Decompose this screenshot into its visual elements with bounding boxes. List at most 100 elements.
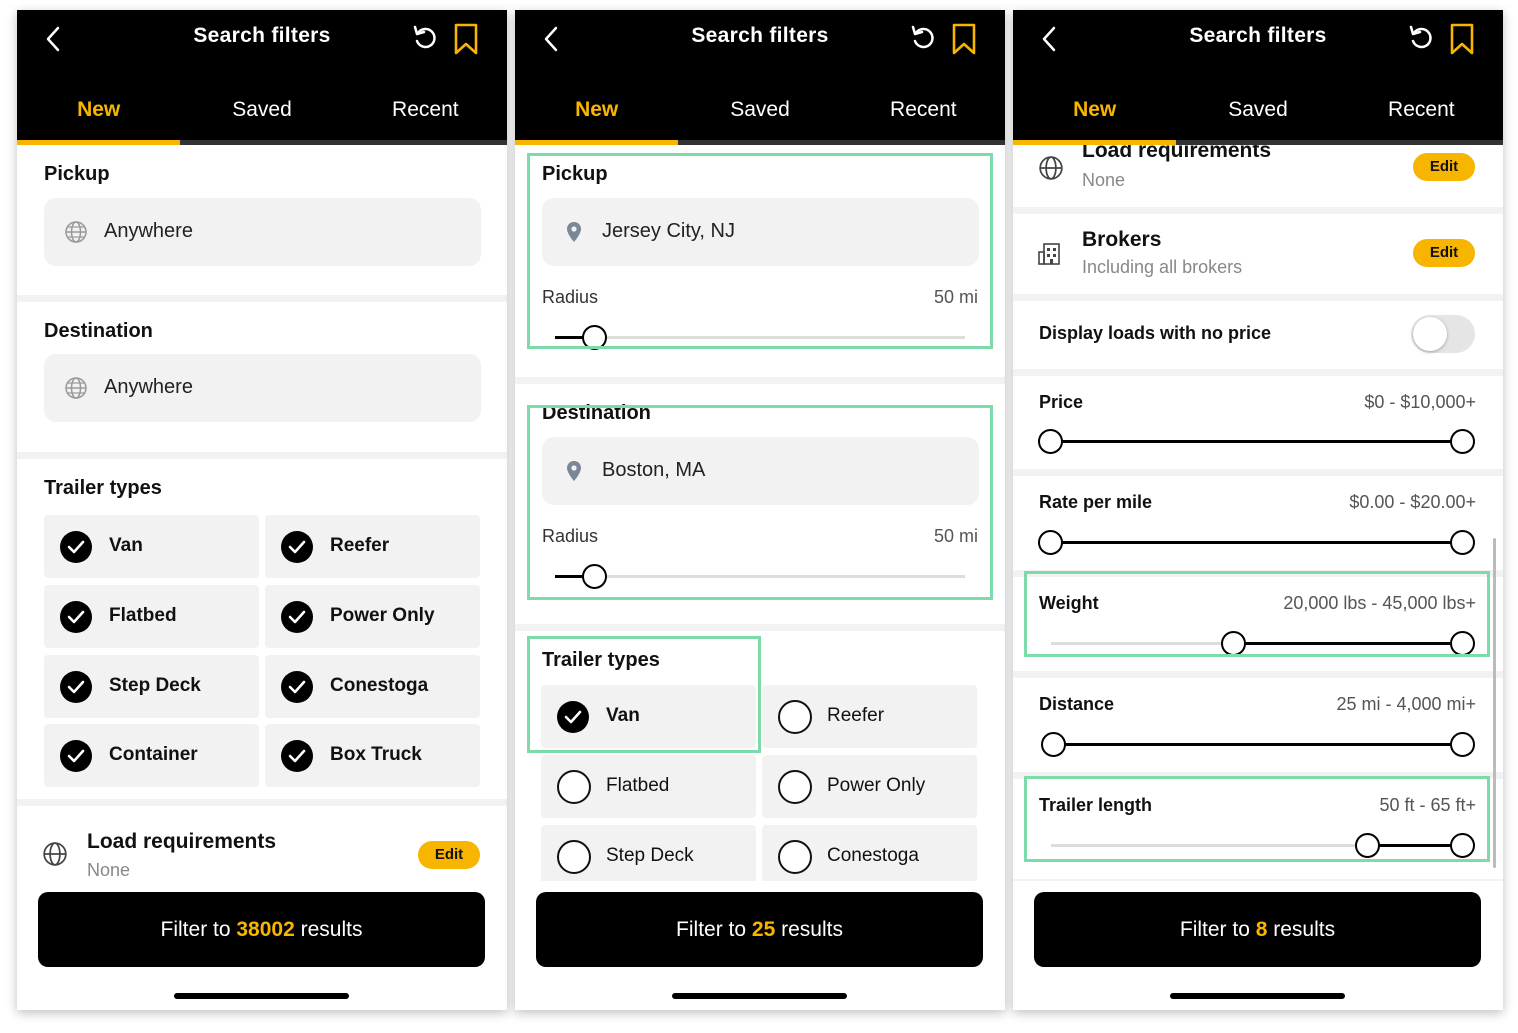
rate-max-knob[interactable] [1450, 530, 1475, 555]
filter-results-button[interactable]: Filter to 8 results [1034, 892, 1481, 967]
load-requirements-title: Load requirements [87, 830, 277, 853]
header: Search filters New Saved Recent [17, 10, 507, 145]
destination-radius-track[interactable] [555, 575, 965, 578]
pickup-radius-value: 50 mi [933, 287, 978, 307]
filter-suffix: results [294, 918, 363, 941]
distance-max-knob[interactable] [1450, 732, 1475, 757]
header: Search filters New Saved Recent [515, 10, 1005, 145]
trailer-chip-flatbed[interactable]: Flatbed [541, 755, 756, 818]
filter-list[interactable]: Load requirements None Edit Brokers Incl… [1013, 145, 1503, 881]
reset-icon[interactable] [411, 24, 439, 52]
destination-field[interactable]: Boston, MA [542, 437, 979, 505]
results-count: 25 [751, 918, 776, 941]
no-price-toggle[interactable] [1411, 315, 1475, 353]
pickup-field[interactable]: Jersey City, NJ [542, 198, 979, 266]
trailer-chip-reefer[interactable]: Reefer [762, 685, 977, 748]
distance-row: Distance 25 mi - 4,000 mi+ [1013, 678, 1503, 772]
load-requirements-row[interactable]: Load requirements None Edit [17, 806, 507, 881]
pickup-field[interactable]: Anywhere [44, 198, 481, 266]
rate-row: Rate per mile $0.00 - $20.00+ [1013, 476, 1503, 570]
load-requirements-sub: None [1082, 170, 1126, 190]
trailer-length-min-knob[interactable] [1355, 833, 1380, 858]
trailer-chip-conestoga[interactable]: Conestoga [265, 655, 480, 718]
screen-2: Search filters New Saved Recent Pickup J… [515, 10, 1005, 1010]
trailer-length-max-knob[interactable] [1450, 833, 1475, 858]
trailer-chip-van[interactable]: Van [44, 515, 259, 578]
pickup-radius-knob[interactable] [582, 325, 607, 350]
home-indicator [1170, 993, 1345, 999]
trailer-chip-step-deck[interactable]: Step Deck [541, 825, 756, 881]
trailer-chip-reefer[interactable]: Reefer [265, 515, 480, 578]
destination-radius-label: Radius [542, 526, 599, 546]
unchecked-circle-icon [778, 700, 812, 734]
trailer-types-title: Trailer types [542, 649, 660, 671]
pickup-value: Jersey City, NJ [602, 220, 735, 242]
reset-icon[interactable] [1407, 24, 1435, 52]
bookmark-icon[interactable] [1449, 22, 1475, 56]
price-label: Price [1039, 392, 1084, 412]
bookmark-icon[interactable] [951, 22, 977, 56]
pickup-radius-track[interactable] [555, 336, 965, 339]
tab-new[interactable]: New [1013, 95, 1177, 145]
rate-min-knob[interactable] [1038, 530, 1063, 555]
weight-row: Weight 20,000 lbs - 45,000 lbs+ [1013, 577, 1503, 671]
trailer-chip-conestoga[interactable]: Conestoga [762, 825, 977, 881]
filter-results-button[interactable]: Filter to 25 results [536, 892, 983, 967]
weight-label: Weight [1039, 593, 1099, 613]
scrollbar[interactable] [1493, 538, 1496, 868]
filter-list[interactable]: Pickup Jersey City, NJ Radius 50 mi Dest… [515, 145, 1005, 881]
trailer-chip-label: Flatbed [606, 775, 670, 796]
trailer-chip-van[interactable]: Van [541, 685, 756, 748]
brokers-row[interactable]: Brokers Including all brokers Edit [1013, 214, 1503, 294]
brokers-edit-button[interactable]: Edit [1413, 239, 1475, 267]
tab-recent[interactable]: Recent [842, 95, 1005, 145]
no-price-label: Display loads with no price [1039, 323, 1272, 343]
destination-radius-knob[interactable] [582, 564, 607, 589]
weight-max-knob[interactable] [1450, 631, 1475, 656]
price-max-knob[interactable] [1450, 429, 1475, 454]
price-min-knob[interactable] [1038, 429, 1063, 454]
tab-new[interactable]: New [17, 95, 181, 145]
load-requirements-edit-button[interactable]: Edit [418, 841, 480, 869]
destination-value: Boston, MA [602, 459, 706, 481]
filter-list[interactable]: Pickup Anywhere Destination Anywhere Tra… [17, 145, 507, 881]
trailer-chip-label: Conestoga [827, 845, 919, 866]
trailer-chip-label: Step Deck [109, 675, 201, 696]
destination-title: Destination [542, 402, 651, 424]
tab-saved[interactable]: Saved [678, 95, 841, 145]
tab-saved[interactable]: Saved [1176, 95, 1339, 145]
brokers-sub: Including all brokers [1082, 257, 1243, 277]
trailer-chip-box-truck[interactable]: Box Truck [265, 724, 480, 787]
building-icon [1038, 243, 1060, 265]
bookmark-icon[interactable] [453, 22, 479, 56]
tab-recent[interactable]: Recent [344, 95, 507, 145]
destination-field[interactable]: Anywhere [44, 354, 481, 422]
globe-icon [65, 221, 87, 243]
globe-icon [1039, 156, 1063, 180]
unchecked-circle-icon [557, 770, 591, 804]
trailer-chip-power-only[interactable]: Power Only [265, 585, 480, 648]
load-requirements-row[interactable]: Load requirements None Edit [1013, 145, 1503, 207]
weight-min-knob[interactable] [1221, 631, 1246, 656]
distance-min-knob[interactable] [1041, 732, 1066, 757]
tab-new[interactable]: New [515, 95, 679, 145]
reset-icon[interactable] [909, 24, 937, 52]
trailer-chip-flatbed[interactable]: Flatbed [44, 585, 259, 648]
trailer-chip-power-only[interactable]: Power Only [762, 755, 977, 818]
header: Search filters New Saved Recent [1013, 10, 1503, 145]
check-icon [557, 701, 589, 733]
check-icon [281, 671, 313, 703]
filter-suffix: results [1267, 918, 1336, 941]
trailer-chip-container[interactable]: Container [44, 724, 259, 787]
distance-fill [1054, 743, 1463, 746]
location-pin-icon [567, 461, 581, 481]
load-requirements-edit-button[interactable]: Edit [1413, 153, 1475, 181]
filter-results-button[interactable]: Filter to 38002 results [38, 892, 485, 967]
tab-saved[interactable]: Saved [180, 95, 343, 145]
location-pin-icon [567, 222, 581, 242]
trailer-chip-step-deck[interactable]: Step Deck [44, 655, 259, 718]
trailer-length-row: Trailer length 50 ft - 65 ft+ [1013, 779, 1503, 879]
trailer-chip-label: Reefer [330, 535, 390, 556]
tab-recent[interactable]: Recent [1340, 95, 1503, 145]
unchecked-circle-icon [778, 840, 812, 874]
